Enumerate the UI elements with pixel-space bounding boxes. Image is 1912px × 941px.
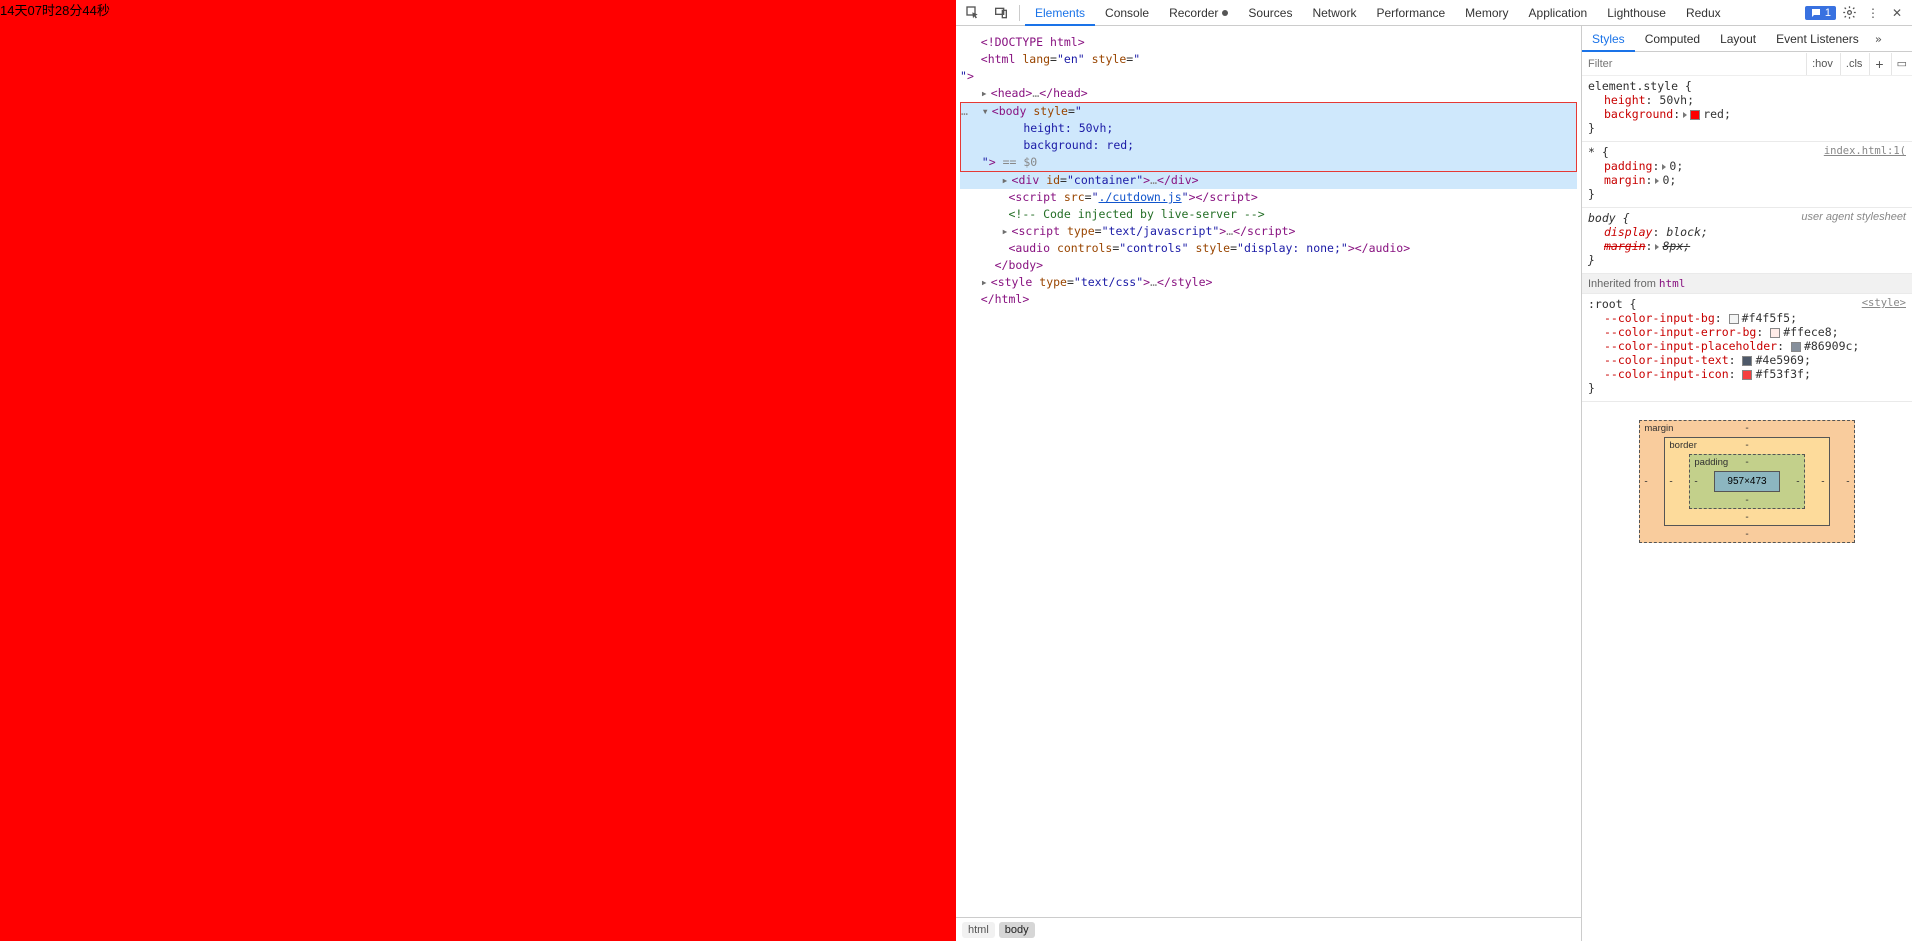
tab-computed[interactable]: Computed: [1635, 26, 1710, 52]
styles-tabs: Styles Computed Layout Event Listeners »: [1582, 26, 1912, 52]
rule-body-ua[interactable]: user agent stylesheet body { display: bl…: [1582, 208, 1912, 274]
tab-performance[interactable]: Performance: [1366, 0, 1455, 26]
devtools-panel: Elements Console Recorder Sources Networ…: [956, 0, 1912, 941]
breadcrumb: html body: [956, 917, 1581, 941]
rule-star[interactable]: index.html:1( * { padding:0; margin:0; }: [1582, 142, 1912, 208]
issues-badge[interactable]: 1: [1805, 6, 1836, 20]
crumb-body[interactable]: body: [999, 922, 1035, 938]
close-icon[interactable]: ✕: [1886, 6, 1908, 20]
styles-more-icon[interactable]: »: [1869, 32, 1888, 46]
tab-layout[interactable]: Layout: [1710, 26, 1766, 52]
devtools-body: <!DOCTYPE html> <html lang="en" style=" …: [956, 26, 1912, 941]
source-link[interactable]: <style>: [1862, 297, 1906, 309]
color-swatch-icon[interactable]: [1770, 328, 1780, 338]
tab-console[interactable]: Console: [1095, 0, 1159, 26]
inspect-icon[interactable]: [960, 0, 986, 26]
rule-root[interactable]: <style> :root { --color-input-bg: #f4f5f…: [1582, 294, 1912, 402]
script-link[interactable]: ./cutdown.js: [1099, 190, 1182, 204]
crumb-html[interactable]: html: [962, 922, 995, 938]
devtools-tabbar: Elements Console Recorder Sources Networ…: [956, 0, 1912, 26]
tab-elements[interactable]: Elements: [1025, 0, 1095, 26]
elements-panel: <!DOCTYPE html> <html lang="en" style=" …: [956, 26, 1582, 941]
countdown-text: 14天07时28分44秒: [0, 0, 110, 19]
color-swatch-icon[interactable]: [1742, 370, 1752, 380]
color-swatch-icon[interactable]: [1742, 356, 1752, 366]
more-icon[interactable]: ⋮: [1862, 6, 1884, 20]
tab-sources[interactable]: Sources: [1238, 0, 1302, 26]
settings-icon[interactable]: [1838, 5, 1860, 20]
divider: [1019, 5, 1020, 21]
rendered-page: 14天07时28分44秒: [0, 0, 956, 941]
ua-label: user agent stylesheet: [1801, 211, 1906, 223]
main-tabs: Elements Console Recorder Sources Networ…: [1025, 0, 1731, 26]
recorder-badge-icon: [1222, 10, 1228, 16]
box-model[interactable]: margin - - - - border - - - -: [1582, 402, 1912, 561]
hov-toggle[interactable]: :hov: [1806, 53, 1838, 75]
box-content: 957×473: [1714, 471, 1779, 492]
inherited-from: Inherited from html: [1582, 274, 1912, 294]
tab-network[interactable]: Network: [1302, 0, 1366, 26]
app-root: 14天07时28分44秒 Elements Console Recorder S…: [0, 0, 1912, 941]
tab-application[interactable]: Application: [1519, 0, 1598, 26]
tab-redux[interactable]: Redux: [1676, 0, 1731, 26]
styles-filter-row: :hov .cls + ▭: [1582, 52, 1912, 76]
style-rules: element.style { height: 50vh; background…: [1582, 76, 1912, 402]
styles-panel: Styles Computed Layout Event Listeners »…: [1582, 26, 1912, 941]
color-swatch-icon[interactable]: [1729, 314, 1739, 324]
tab-styles[interactable]: Styles: [1582, 26, 1635, 52]
rule-element-style[interactable]: element.style { height: 50vh; background…: [1582, 76, 1912, 142]
tab-lighthouse[interactable]: Lighthouse: [1597, 0, 1676, 26]
new-rule-button[interactable]: +: [1869, 53, 1888, 75]
tab-event-listeners[interactable]: Event Listeners: [1766, 26, 1869, 52]
tab-recorder[interactable]: Recorder: [1159, 0, 1238, 26]
styles-filter-input[interactable]: [1582, 53, 1804, 75]
computed-toggle-icon[interactable]: ▭: [1891, 53, 1912, 75]
color-swatch-icon[interactable]: [1791, 342, 1801, 352]
tab-memory[interactable]: Memory: [1455, 0, 1518, 26]
color-swatch-icon[interactable]: [1690, 110, 1700, 120]
dom-tree[interactable]: <!DOCTYPE html> <html lang="en" style=" …: [956, 26, 1581, 917]
cls-toggle[interactable]: .cls: [1840, 53, 1868, 75]
selected-node[interactable]: … ▾<body style=" height: 50vh; backgroun…: [960, 102, 1577, 172]
source-link[interactable]: index.html:1(: [1824, 145, 1906, 157]
device-toggle-icon[interactable]: [988, 0, 1014, 26]
